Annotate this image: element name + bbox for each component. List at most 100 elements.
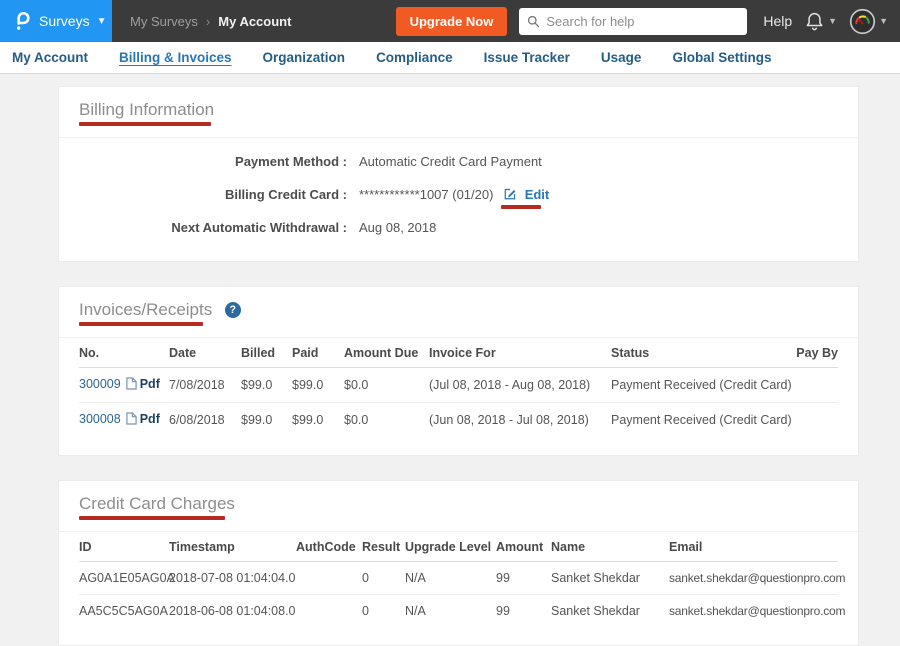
cell-timestamp: 2018-07-08 01:04:04.0 [169,562,296,595]
payment-method-value: Automatic Credit Card Payment [359,152,542,171]
invoices-header-row: No. Date Billed Paid Amount Due Invoice … [79,338,838,368]
invoices-table-wrap: No. Date Billed Paid Amount Due Invoice … [59,338,858,455]
pdf-file-icon[interactable] [126,379,137,393]
col-name: Name [551,532,669,562]
tab-organization[interactable]: Organization [263,50,346,65]
invoice-number-link[interactable]: 300009 [79,377,121,391]
billing-credit-card-label: Billing Credit Card : [79,185,347,204]
cell-authcode [296,562,362,595]
topbar: Surveys ▼ My Surveys › My Account Upgrad… [0,0,900,42]
cell-upgrade-level: N/A [405,562,496,595]
col-amount: Amount [496,532,551,562]
cell-status: Payment Received (Credit Card) [611,403,791,438]
cell-name: Sanket Shekdar [551,595,669,628]
main-content: Billing Information Payment Method : Aut… [0,74,900,646]
annotation-underline [79,322,203,326]
next-withdrawal-value: Aug 08, 2018 [359,218,436,237]
col-no: No. [79,338,169,368]
help-link[interactable]: Help [763,13,792,29]
payment-method-row: Payment Method : Automatic Credit Card P… [79,152,838,171]
cell-pay-by [791,368,838,403]
invoices-receipts-title: Invoices/Receipts [79,300,212,320]
invoices-receipts-card: Invoices/Receipts ? No. Date Billed [58,286,859,456]
cell-date: 7/08/2018 [169,368,241,403]
cell-id: AA5C5C5AG0A [79,595,169,628]
help-question-icon[interactable]: ? [225,302,241,318]
pdf-link[interactable]: Pdf [140,377,160,391]
col-invoice-for: Invoice For [429,338,611,368]
cell-timestamp: 2018-06-08 01:04:08.0 [169,595,296,628]
col-pay-by: Pay By [791,338,838,368]
billing-credit-card-row: Billing Credit Card : ************1007 (… [79,185,838,204]
product-switcher[interactable]: Surveys ▼ [0,0,112,42]
cell-date: 6/08/2018 [169,403,241,438]
invoices-table: No. Date Billed Paid Amount Due Invoice … [79,338,838,437]
col-amount-due: Amount Due [344,338,429,368]
tab-usage[interactable]: Usage [601,50,642,65]
cell-upgrade-level: N/A [405,595,496,628]
edit-pencil-icon[interactable] [503,187,517,201]
chevron-down-icon: ▼ [828,16,837,26]
invoice-row: 300008Pdf 6/08/2018 $99.0 $99.0 $0.0 (Ju… [79,403,838,438]
cell-result: 0 [362,562,405,595]
billing-information-header: Billing Information [59,87,858,138]
cell-no: 300009 Pdf [79,368,169,403]
breadcrumb-my-surveys[interactable]: My Surveys [130,14,198,29]
charge-row: AG0A1E05AG0A 2018-07-08 01:04:04.0 0 N/A… [79,562,838,595]
cell-amount: 99 [496,595,551,628]
tab-billing-invoices[interactable]: Billing & Invoices [119,50,232,65]
payment-method-label: Payment Method : [79,152,347,171]
col-upgrade-level: Upgrade Level [405,532,496,562]
cell-email: sanket.shekdar@questionpro.com [669,595,838,628]
pdf-link[interactable]: Pdf [140,412,160,426]
annotation-underline [501,205,541,209]
billing-invoices-page: Surveys ▼ My Surveys › My Account Upgrad… [0,0,900,646]
masked-card-number: ************1007 (01/20) [359,187,493,202]
col-billed: Billed [241,338,292,368]
bell-icon [804,10,825,32]
product-name: Surveys [39,13,90,29]
billing-information-title: Billing Information [79,100,214,120]
cell-billed: $99.0 [241,403,292,438]
next-withdrawal-label: Next Automatic Withdrawal : [79,218,347,237]
charges-header-row: ID Timestamp AuthCode Result Upgrade Lev… [79,532,838,562]
notifications-button[interactable]: ▼ [804,10,837,32]
annotation-underline [79,122,211,126]
charges-table: ID Timestamp AuthCode Result Upgrade Lev… [79,532,838,627]
cell-paid: $99.0 [292,368,344,403]
cell-no: 300008 Pdf [79,403,169,438]
credit-card-charges-card: Credit Card Charges ID Timestamp AuthCod… [58,480,859,646]
pdf-file-icon[interactable] [126,414,137,428]
billing-credit-card-value: ************1007 (01/20) Edit [359,185,549,204]
account-menu-button[interactable]: ▼ [849,8,888,35]
col-timestamp: Timestamp [169,532,296,562]
account-section-nav: My Account Billing & Invoices Organizati… [0,42,900,74]
cell-pay-by [791,403,838,438]
tab-issue-tracker[interactable]: Issue Tracker [484,50,570,65]
cell-invoice-for: (Jun 08, 2018 - Jul 08, 2018) [429,403,611,438]
tab-global-settings[interactable]: Global Settings [672,50,771,65]
col-authcode: AuthCode [296,532,362,562]
annotation-underline [79,516,225,520]
cell-result: 0 [362,595,405,628]
tab-my-account[interactable]: My Account [12,50,88,65]
help-search-box[interactable] [519,8,747,35]
cell-authcode [296,595,362,628]
billing-information-card: Billing Information Payment Method : Aut… [58,86,859,262]
charges-table-wrap: ID Timestamp AuthCode Result Upgrade Lev… [59,532,858,645]
billing-information-body: Payment Method : Automatic Credit Card P… [59,138,858,261]
gauge-avatar-icon [849,8,876,35]
invoice-number-link[interactable]: 300008 [79,412,121,426]
col-email: Email [669,532,838,562]
edit-card-link[interactable]: Edit [525,187,550,202]
upgrade-now-button[interactable]: Upgrade Now [396,7,508,36]
invoice-row: 300009Pdf 7/08/2018 $99.0 $99.0 $0.0 (Ju… [79,368,838,403]
help-search-input[interactable] [546,14,739,29]
tab-compliance[interactable]: Compliance [376,50,453,65]
chevron-down-icon: ▼ [97,16,107,27]
breadcrumb: My Surveys › My Account [130,14,291,29]
search-icon [527,15,540,28]
cell-amount-due: $0.0 [344,368,429,403]
cell-status: Payment Received (Credit Card) [611,368,791,403]
invoices-receipts-header: Invoices/Receipts ? [59,287,858,338]
